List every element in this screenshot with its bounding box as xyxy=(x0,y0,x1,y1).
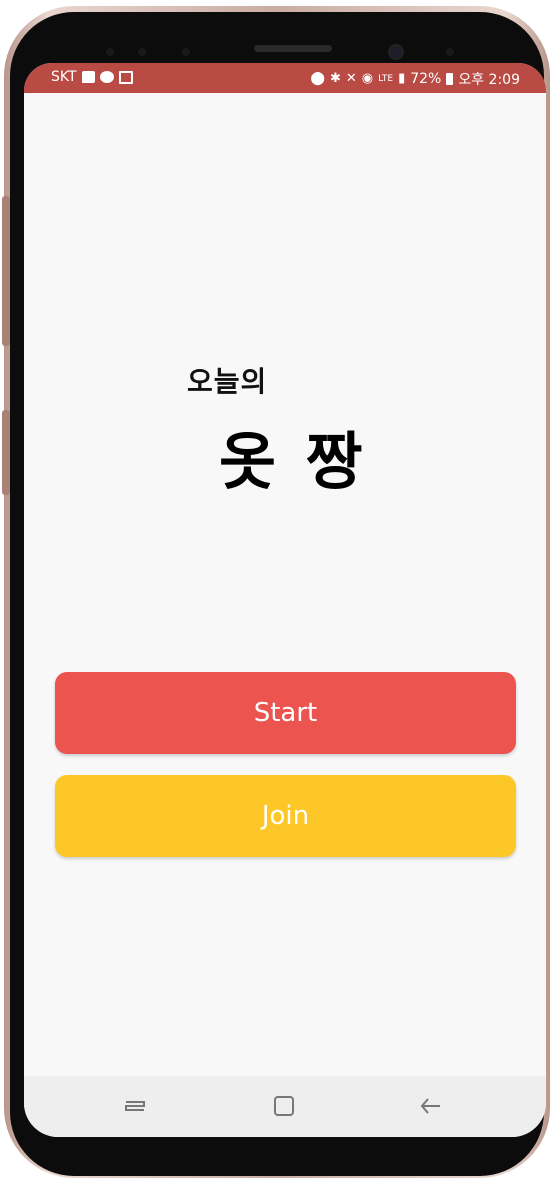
image-icon xyxy=(118,70,133,84)
recent-apps-icon[interactable] xyxy=(122,1094,148,1118)
message-icon xyxy=(81,71,95,83)
location-icon: ⬤ xyxy=(310,71,325,86)
sensor xyxy=(446,48,454,56)
volume-button xyxy=(2,196,10,346)
status-left: SKT xyxy=(51,69,133,85)
status-bar: SKT ⬤ ✱ ✕ ◉ LTE ▮ 72% 오후 2:09 xyxy=(24,63,546,93)
app-title: 옷 짱 xyxy=(219,425,367,498)
carrier-label: SKT xyxy=(51,69,77,85)
bluetooth-icon: ✱ xyxy=(329,71,341,86)
speaker-grille xyxy=(254,45,332,52)
time-label: 오후 2:09 xyxy=(458,72,520,88)
navigation-bar xyxy=(24,1076,546,1137)
sensor xyxy=(182,48,190,56)
talk-icon xyxy=(99,71,114,83)
join-button[interactable]: Join xyxy=(55,775,516,857)
home-icon[interactable] xyxy=(272,1094,296,1118)
status-right: ⬤ ✱ ✕ ◉ LTE ▮ 72% 오후 2:09 xyxy=(310,69,520,89)
back-icon[interactable] xyxy=(418,1094,444,1118)
sensor xyxy=(106,48,114,56)
alarm-icon: ◉ xyxy=(361,71,374,86)
screen: SKT ⬤ ✱ ✕ ◉ LTE ▮ 72% 오후 2:09 오늘의 옷 짱 St… xyxy=(24,63,546,1137)
front-camera xyxy=(390,46,402,58)
sensor xyxy=(138,48,146,56)
signal-icon: ▮ xyxy=(398,71,406,86)
network-label: LTE xyxy=(378,74,394,84)
start-button[interactable]: Start xyxy=(55,672,516,754)
bixby-button xyxy=(2,410,10,495)
battery-percent: 72% xyxy=(410,71,442,87)
app-subtitle: 오늘의 xyxy=(187,365,268,398)
bottom-bezel xyxy=(24,1137,546,1171)
mute-icon: ✕ xyxy=(345,71,357,86)
battery-icon xyxy=(446,73,454,85)
